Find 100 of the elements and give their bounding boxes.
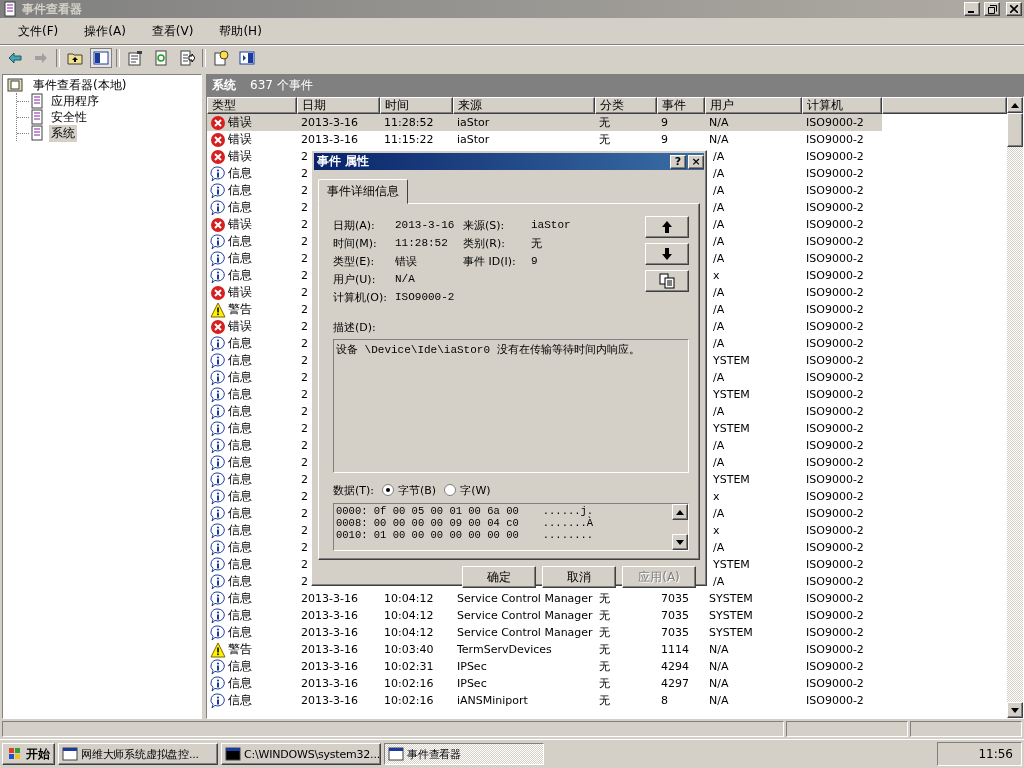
field-value: iaStor [531,219,572,231]
table-cell: ISO9000-2 [806,592,864,605]
table-cell: SYSTEM [709,592,753,605]
table-cell: x [713,269,720,282]
table-cell: iaStor [457,133,490,146]
table-cell: ISO9000-2 [806,507,864,520]
table-cell: 2 [301,184,308,197]
table-cell: 2 [301,303,308,316]
table-cell: Service Control Manager [457,626,593,639]
table-cell: 信息 [228,165,252,182]
table-cell: 2 [301,388,308,401]
table-cell: x [713,524,720,537]
table-cell: 2 [301,252,308,265]
table-cell: 2 [301,507,308,520]
table-cell: ISO9000-2 [806,626,864,639]
table-cell: /A [713,235,725,248]
table-cell: 2 [301,405,308,418]
table-cell: 无 [599,676,610,691]
table-cell: 2 [301,337,308,350]
table-cell: ISO9000-2 [806,473,864,486]
hex-ascii: ......j. [542,505,594,517]
hex-bytes: 0010: 01 00 00 00 00 00 00 00 [336,529,519,541]
table-cell: 信息 [228,692,252,709]
table-cell: /A [713,218,725,231]
table-cell: /A [713,167,725,180]
table-cell: YSTEM [713,388,750,401]
table-cell: /A [713,456,725,469]
table-cell: 信息 [228,335,252,352]
field-label: 类型(E): [333,253,376,269]
table-cell: /A [713,320,725,333]
field-label: 事件 ID(I): [463,253,517,269]
table-cell: ISO9000-2 [806,422,864,435]
table-cell: 8 [661,694,668,707]
table-cell: ISO9000-2 [806,490,864,503]
table-cell: 无 [599,608,610,623]
table-cell: 2 [301,354,308,367]
table-cell: 信息 [228,624,252,641]
table-cell: /A [713,575,725,588]
field-value: N/A [395,273,416,285]
field-value: ISO9000-2 [395,291,456,303]
table-cell: 2013-3-16 [301,626,358,639]
table-cell: 2 [301,235,308,248]
table-cell: 警告 [228,641,252,658]
table-cell: 2013-3-16 [301,643,358,656]
table-cell: ISO9000-2 [806,269,864,282]
table-cell: 无 [599,659,610,674]
table-cell: 2 [301,558,308,571]
table-cell: 信息 [228,658,252,675]
table-cell: 信息 [228,182,252,199]
event-count: 637 个事件 [250,76,313,94]
table-cell: 2013-3-16 [301,133,358,146]
table-cell: 信息 [228,488,252,505]
table-cell: 2 [301,218,308,231]
table-cell: IPSec [457,677,487,690]
table-cell: 无 [599,625,610,640]
table-cell: Service Control Manager [457,609,593,622]
table-cell: /A [713,507,725,520]
table-cell: 1114 [661,643,689,656]
table-cell: 7035 [661,626,689,639]
table-cell: ISO9000-2 [806,303,864,316]
table-cell: 信息 [228,454,252,471]
table-cell: 错误 [228,216,252,233]
table-cell: 信息 [228,233,252,250]
table-cell: x [713,490,720,503]
table-cell: 无 [599,115,610,130]
table-cell: 错误 [228,284,252,301]
table-cell: ISO9000-2 [806,167,864,180]
table-cell: SYSTEM [709,626,753,639]
table-cell: ISO9000-2 [806,660,864,673]
table-cell: ISO9000-2 [806,405,864,418]
table-cell: N/A [709,116,729,129]
table-cell: ISO9000-2 [806,320,864,333]
table-cell: YSTEM [713,354,750,367]
table-cell: ISO9000-2 [806,354,864,367]
table-cell: 9 [661,116,668,129]
table-cell: /A [713,337,725,350]
description-label: 描述(D): [333,320,377,335]
clock: 11:56 [978,747,1013,761]
table-cell: N/A [709,694,729,707]
table-cell: 10:04:12 [384,626,434,639]
table-cell: 信息 [228,522,252,539]
table-cell: YSTEM [713,473,750,486]
table-cell: 信息 [228,675,252,692]
table-cell: 信息 [228,199,252,216]
table-cell: ISO9000-2 [806,609,864,622]
table-cell: ISO9000-2 [806,677,864,690]
table-cell: 信息 [228,369,252,386]
table-cell: 7035 [661,592,689,605]
table-cell: 10:02:31 [384,660,434,673]
hex-ascii: .......À [542,517,594,529]
table-cell: ISO9000-2 [806,235,864,248]
table-cell: 2 [301,371,308,384]
field-label: 类别(R): [463,235,506,251]
table-cell: 10:04:12 [384,592,434,605]
table-cell: 7035 [661,609,689,622]
table-cell: ISO9000-2 [806,439,864,452]
table-cell: 2013-3-16 [301,116,358,129]
table-cell: 信息 [228,607,252,624]
field-value: 9 [531,255,539,267]
table-cell: 10:04:12 [384,609,434,622]
